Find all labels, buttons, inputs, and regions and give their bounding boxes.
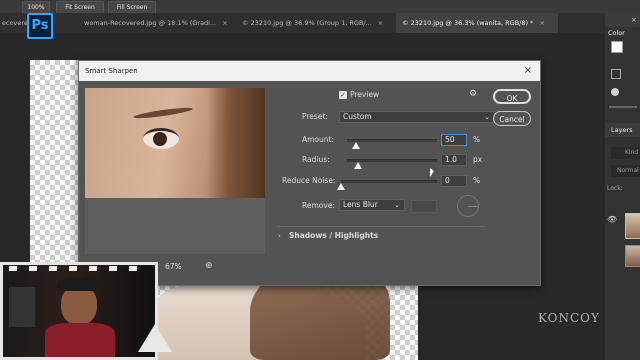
film-perforation	[49, 266, 57, 271]
smart-sharpen-dialog: Smart Sharpen × ⊖ 67% ⊕ ✓ Preview ⚙ Pres…	[78, 60, 541, 286]
color-mode-icon[interactable]	[611, 69, 621, 79]
shadows-highlights-toggle[interactable]: Shadows / Highlights	[289, 230, 378, 242]
webcam-shirt	[45, 323, 115, 357]
zoom-in-icon[interactable]: ⊕	[205, 261, 213, 271]
reduce-noise-slider-track[interactable]	[341, 180, 437, 183]
layer-filter-label: Kind	[625, 149, 639, 156]
preset-label: Preset:	[302, 112, 328, 121]
radius-unit: px	[473, 155, 483, 164]
blend-mode-select[interactable]: Normal	[611, 165, 640, 177]
reduce-noise-input[interactable]: 0	[441, 175, 467, 187]
webcam-face	[61, 285, 97, 325]
film-perforation	[29, 266, 37, 271]
tab-close-icon[interactable]: ×	[539, 19, 544, 27]
options-bar: 100% Fit Screen Fill Screen	[0, 0, 640, 14]
layers-header: Layers	[605, 123, 640, 137]
tab-document-2[interactable]: woman-Recovered.jpg @ 18.1% (Gradi... ×	[78, 13, 236, 33]
dialog-close-icon[interactable]: ×	[524, 61, 532, 81]
tab-document-4-active[interactable]: © 23210.jpg @ 36.3% (wanita, RGB/8) * ×	[396, 13, 558, 33]
preview-iris	[153, 132, 167, 146]
layer-visibility-eye-icon[interactable]: 👁	[607, 215, 617, 224]
preset-select[interactable]: Custom ⌄	[339, 111, 495, 123]
photoshop-logo: Ps	[27, 13, 53, 39]
radius-slider-thumb[interactable]	[353, 162, 362, 169]
preview-checkbox[interactable]: ✓	[339, 91, 347, 99]
gradient-icon[interactable]	[611, 88, 619, 96]
remove-value: Lens Blur	[343, 200, 378, 209]
dialog-titlebar: Smart Sharpen ×	[79, 61, 540, 81]
layer-thumbnail-wanita[interactable]	[625, 213, 640, 239]
film-perforation	[69, 266, 77, 271]
blend-mode-label: Normal	[617, 167, 639, 174]
section-divider	[277, 226, 485, 227]
tab-label: © 23210.jpg @ 36.3% (wanita, RGB/8) *	[402, 19, 534, 27]
remove-label: Remove:	[302, 201, 335, 210]
radius-label: Radius:	[302, 155, 330, 164]
angle-input-disabled	[411, 200, 437, 213]
film-perforation	[89, 266, 97, 271]
preview-gray-area	[85, 198, 265, 254]
layer-thumbnail-2[interactable]	[625, 245, 640, 267]
chevron-down-icon: ⌄	[394, 201, 400, 209]
reduce-noise-slider-thumb[interactable]	[337, 183, 345, 190]
ok-button[interactable]: OK	[493, 89, 531, 104]
mouse-cursor-icon	[430, 168, 434, 177]
preview-hair	[207, 88, 265, 198]
webcam-overlay	[0, 262, 158, 360]
preview-zoom-value: 67%	[165, 262, 182, 271]
reduce-noise-label: Reduce Noise:	[282, 176, 336, 185]
panel-close-icon[interactable]: ×	[631, 13, 637, 27]
preview-label: Preview	[350, 90, 380, 99]
gear-icon[interactable]: ⚙	[469, 89, 477, 99]
chevron-right-icon[interactable]: ›	[278, 230, 281, 242]
panel-divider	[609, 106, 637, 108]
tab-close-icon[interactable]: ×	[378, 19, 383, 27]
webcam-microphone	[9, 287, 35, 327]
amount-label: Amount:	[302, 135, 334, 144]
dialog-title: Smart Sharpen	[85, 67, 138, 75]
document-tabs: ecovered...× woman-Recovered.jpg @ 18.1%…	[0, 13, 605, 33]
tab-color[interactable]: Color	[608, 27, 638, 39]
angle-dial-needle	[468, 206, 478, 207]
reduce-noise-unit: %	[473, 176, 481, 185]
tab-label: © 23210.jpg @ 36.9% (Group 1, RGB/...	[242, 19, 372, 27]
amount-unit: %	[473, 135, 481, 144]
film-perforation	[9, 266, 17, 271]
chevron-down-icon: ⌄	[484, 113, 490, 121]
radius-input[interactable]: 1.0	[441, 154, 467, 166]
preset-value: Custom	[343, 112, 372, 121]
webcam-cap	[57, 277, 101, 291]
tab-close-icon[interactable]: ×	[222, 19, 227, 27]
preview-eye	[143, 128, 179, 149]
foreground-color-swatch[interactable]	[611, 41, 623, 53]
layer-filter-search[interactable]: Kind	[611, 147, 640, 159]
panel-header: ×	[605, 13, 640, 27]
watermark: KONCOY	[538, 311, 600, 325]
angle-dial-icon	[457, 195, 479, 217]
lock-label: Lock:	[607, 185, 623, 192]
amount-slider-track[interactable]	[347, 139, 437, 142]
right-panel: × Color Layers Kind Normal Lock: 👁	[605, 13, 640, 360]
film-perforation	[109, 266, 117, 271]
cancel-button[interactable]: Cancel	[493, 111, 531, 126]
remove-select[interactable]: Lens Blur ⌄	[339, 199, 405, 211]
amount-input[interactable]: 50	[441, 134, 467, 146]
triangle-logo-icon	[138, 324, 172, 352]
tab-layers[interactable]: Layers	[611, 123, 633, 137]
tab-label: woman-Recovered.jpg @ 18.1% (Gradi...	[84, 19, 217, 27]
film-perforation	[129, 266, 137, 271]
tab-document-3[interactable]: © 23210.jpg @ 36.9% (Group 1, RGB/... ×	[236, 13, 396, 33]
amount-slider-thumb[interactable]	[352, 142, 360, 149]
preview-pane[interactable]	[85, 88, 265, 198]
